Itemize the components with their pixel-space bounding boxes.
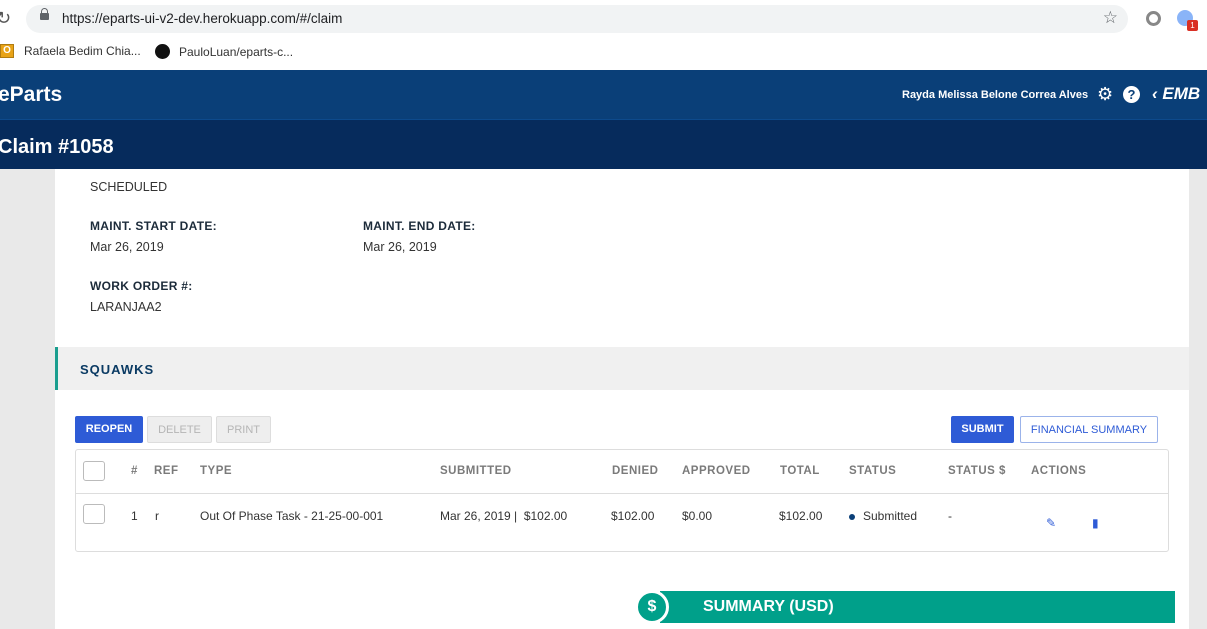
- star-icon[interactable]: ☆: [1103, 8, 1118, 28]
- row-num: 1: [131, 509, 138, 523]
- col-ref: REF: [154, 465, 179, 477]
- row-checkbox[interactable]: [83, 504, 105, 524]
- row-approved: $0.00: [682, 509, 713, 523]
- claim-card: SCHEDULED MAINT. START DATE: Mar 26, 201…: [55, 169, 1189, 629]
- squawks-table: # REF TYPE SUBMITTED DENIED APPROVED TOT…: [75, 449, 1169, 552]
- gear-icon[interactable]: ⚙: [1097, 84, 1113, 105]
- work-order-label: WORK ORDER #:: [90, 279, 193, 293]
- app-header: eParts Rayda Melissa Belone Correa Alves…: [0, 70, 1207, 120]
- print-button[interactable]: PRINT: [216, 416, 271, 443]
- extension-badge: 1: [1187, 20, 1198, 31]
- col-submitted: SUBMITTED: [440, 465, 512, 477]
- table-header: # REF TYPE SUBMITTED DENIED APPROVED TOT…: [76, 450, 1168, 494]
- maint-end-value: Mar 26, 2019: [363, 240, 437, 254]
- github-icon: [155, 44, 170, 59]
- maint-end-label: MAINT. END DATE:: [363, 219, 476, 233]
- extension-badge-icon[interactable]: 1: [1177, 10, 1198, 31]
- visit-type-value: SCHEDULED: [90, 180, 168, 194]
- bookmark-item[interactable]: PauloLuan/eparts-c...: [155, 44, 293, 59]
- summary-bar: SUMMARY (USD): [660, 591, 1175, 623]
- col-status: STATUS: [849, 465, 897, 477]
- row-ref: r: [155, 509, 159, 523]
- row-type: Out Of Phase Task - 21-25-00-001: [200, 509, 384, 523]
- summary-title: SUMMARY (USD): [703, 598, 834, 615]
- select-all-checkbox[interactable]: [83, 461, 105, 481]
- row-status-money: -: [948, 509, 952, 523]
- financial-summary-button[interactable]: FINANCIAL SUMMARY: [1020, 416, 1158, 443]
- col-approved: APPROVED: [682, 465, 751, 477]
- col-total: TOTAL: [780, 465, 820, 477]
- brand-text: EMB: [1162, 84, 1201, 103]
- submit-button[interactable]: SUBMIT: [951, 416, 1014, 443]
- page-title: Claim #1058: [0, 136, 114, 158]
- col-actions: ACTIONS: [1031, 465, 1087, 477]
- help-icon[interactable]: ?: [1123, 86, 1140, 103]
- row-denied: $102.00: [611, 509, 655, 523]
- book-icon[interactable]: ▮: [1092, 516, 1099, 530]
- row-total: $102.00: [779, 509, 823, 523]
- edit-icon[interactable]: ✎: [1046, 516, 1056, 530]
- lock-icon: [40, 8, 49, 20]
- bookmark-label: PauloLuan/eparts-c...: [179, 44, 294, 59]
- reopen-button[interactable]: REOPEN: [75, 416, 143, 443]
- browser-toolbar: ↻ https://eparts-ui-v2-dev.herokuapp.com…: [0, 0, 1207, 38]
- row-status-text: Submitted: [863, 509, 918, 523]
- address-bar[interactable]: https://eparts-ui-v2-dev.herokuapp.com/#…: [26, 5, 1128, 33]
- url-text[interactable]: https://eparts-ui-v2-dev.herokuapp.com/#…: [62, 11, 342, 26]
- col-num: #: [131, 465, 138, 477]
- bookmark-label: Rafaela Bedim Chia...: [24, 44, 141, 58]
- brand-logo: ‹ EMB: [1152, 84, 1201, 103]
- reload-icon[interactable]: ↻: [0, 8, 11, 29]
- squawks-section-header: SQUAWKS: [55, 347, 1189, 390]
- col-status-money: STATUS $: [948, 465, 1006, 477]
- work-order-value: LARANJAA2: [90, 300, 162, 314]
- delete-button[interactable]: DELETE: [147, 416, 212, 443]
- app-logo[interactable]: eParts: [0, 83, 62, 107]
- maint-start-label: MAINT. START DATE:: [90, 219, 217, 233]
- page-header: Claim #1058: [0, 120, 1207, 169]
- bookmark-item[interactable]: O Rafaela Bedim Chia...: [0, 44, 141, 58]
- extension-icon[interactable]: [1146, 11, 1161, 26]
- bookmark-favicon-icon: O: [0, 44, 14, 58]
- dollar-icon: $: [635, 590, 669, 624]
- section-title: SQUAWKS: [80, 362, 155, 377]
- bookmarks-bar: O Rafaela Bedim Chia... PauloLuan/eparts…: [0, 38, 1207, 70]
- status-dot-icon: [849, 513, 855, 520]
- col-denied: DENIED: [612, 465, 659, 477]
- row-status: Submitted: [849, 509, 917, 523]
- maint-start-value: Mar 26, 2019: [90, 240, 164, 254]
- row-submitted: Mar 26, 2019 | $102.00: [440, 509, 568, 523]
- col-type: TYPE: [200, 465, 233, 477]
- user-name[interactable]: Rayda Melissa Belone Correa Alves: [902, 89, 1088, 101]
